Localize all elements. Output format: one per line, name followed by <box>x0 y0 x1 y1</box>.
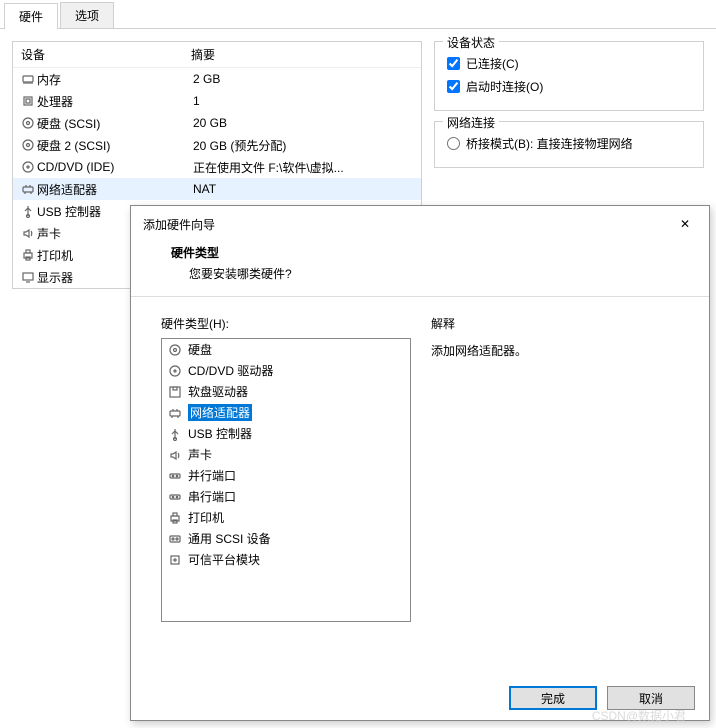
device-status-legend: 设备状态 <box>443 34 499 51</box>
type-label: 通用 SCSI 设备 <box>188 530 271 547</box>
hw-row-memory[interactable]: 内存2 GB <box>13 68 421 90</box>
explain-text: 添加网络适配器。 <box>431 338 679 359</box>
port-icon <box>166 490 184 504</box>
hw-name: 硬盘 2 (SCSI) <box>37 137 193 154</box>
type-label: 可信平台模块 <box>188 551 260 568</box>
display-icon <box>19 270 37 284</box>
type-label: 并行端口 <box>188 467 236 484</box>
wizard-heading: 硬件类型 <box>171 244 679 261</box>
usb-icon <box>166 427 184 441</box>
type-floppy[interactable]: 软盘驱动器 <box>162 381 410 402</box>
net-icon <box>19 182 37 196</box>
hardware-type-label: 硬件类型(H): <box>161 315 411 332</box>
watermark: CSDN@数据小君 <box>592 707 686 724</box>
hw-row-hdd[interactable]: 硬盘 (SCSI)20 GB <box>13 112 421 134</box>
hdd-icon <box>166 343 184 357</box>
close-icon: ✕ <box>680 217 690 231</box>
type-sound[interactable]: 声卡 <box>162 444 410 465</box>
type-net[interactable]: 网络适配器 <box>162 402 410 423</box>
printer-icon <box>166 511 184 525</box>
cd-icon <box>19 160 37 174</box>
cd-icon <box>166 364 184 378</box>
network-connection-group: 网络连接 桥接模式(B): 直接连接物理网络 <box>434 121 704 168</box>
hw-summary: NAT <box>193 182 216 196</box>
memory-icon <box>19 72 37 86</box>
bridge-mode-radio[interactable]: 桥接模式(B): 直接连接物理网络 <box>447 132 691 155</box>
type-cd[interactable]: CD/DVD 驱动器 <box>162 360 410 381</box>
sound-icon <box>19 226 37 240</box>
hardware-type-list[interactable]: 硬盘 CD/DVD 驱动器软盘驱动器网络适配器 USB 控制器声卡并行端口串行端口打… <box>161 338 411 622</box>
scsi-icon <box>166 532 184 546</box>
hw-row-cpu[interactable]: 处理器1 <box>13 90 421 112</box>
explain-label: 解释 <box>431 315 679 332</box>
hw-name: 处理器 <box>37 93 193 110</box>
hdd-icon <box>19 116 37 130</box>
type-label: USB 控制器 <box>188 425 252 442</box>
hw-row-cd[interactable]: CD/DVD (IDE)正在使用文件 F:\软件\虚拟... <box>13 156 421 178</box>
type-label: 串行端口 <box>188 488 236 505</box>
wizard-subheading: 您要安装哪类硬件? <box>171 261 679 282</box>
hw-summary: 1 <box>193 94 200 108</box>
floppy-icon <box>166 385 184 399</box>
hw-name: 硬盘 (SCSI) <box>37 115 193 132</box>
type-port[interactable]: 串行端口 <box>162 486 410 507</box>
hw-name: 网络适配器 <box>37 181 193 198</box>
type-scsi[interactable]: 通用 SCSI 设备 <box>162 528 410 549</box>
sound-icon <box>166 448 184 462</box>
finish-button[interactable]: 完成 <box>509 686 597 710</box>
type-label: CD/DVD 驱动器 <box>188 362 273 379</box>
col-device: 设备 <box>21 46 191 63</box>
connected-checkbox[interactable]: 已连接(C) <box>447 52 691 75</box>
hw-summary: 正在使用文件 F:\软件\虚拟... <box>193 159 344 176</box>
connect-on-start-checkbox[interactable]: 启动时连接(O) <box>447 75 691 98</box>
tab-hardware[interactable]: 硬件 <box>4 3 58 29</box>
type-label: 打印机 <box>188 509 224 526</box>
tab-options[interactable]: 选项 <box>60 2 114 28</box>
type-label: 软盘驱动器 <box>188 383 248 400</box>
hw-summary: 2 GB <box>193 72 220 86</box>
type-tpm[interactable]: 可信平台模块 <box>162 549 410 570</box>
hw-summary: 20 GB (预先分配) <box>193 137 286 154</box>
type-hdd[interactable]: 硬盘 <box>162 339 410 360</box>
type-label: 网络适配器 <box>188 404 252 421</box>
usb-icon <box>19 204 37 218</box>
type-usb[interactable]: USB 控制器 <box>162 423 410 444</box>
net-icon <box>166 406 184 420</box>
hw-row-hdd[interactable]: 硬盘 2 (SCSI)20 GB (预先分配) <box>13 134 421 156</box>
device-status-group: 设备状态 已连接(C) 启动时连接(O) <box>434 41 704 111</box>
type-label: 声卡 <box>188 446 212 463</box>
hw-row-net[interactable]: 网络适配器NAT <box>13 178 421 200</box>
add-hardware-wizard: 添加硬件向导 ✕ 硬件类型 您要安装哪类硬件? 硬件类型(H): 硬盘 CD/DV… <box>130 205 710 721</box>
tpm-icon <box>166 553 184 567</box>
col-summary: 摘要 <box>191 46 215 63</box>
network-legend: 网络连接 <box>443 114 499 131</box>
type-port[interactable]: 并行端口 <box>162 465 410 486</box>
hdd-icon <box>19 138 37 152</box>
printer-icon <box>19 248 37 262</box>
wizard-title: 添加硬件向导 <box>143 216 215 233</box>
hw-summary: 20 GB <box>193 116 227 130</box>
type-printer[interactable]: 打印机 <box>162 507 410 528</box>
type-label: 硬盘 <box>188 341 212 358</box>
close-button[interactable]: ✕ <box>671 214 699 234</box>
hw-name: CD/DVD (IDE) <box>37 160 193 174</box>
cpu-icon <box>19 94 37 108</box>
port-icon <box>166 469 184 483</box>
hw-name: 内存 <box>37 71 193 88</box>
